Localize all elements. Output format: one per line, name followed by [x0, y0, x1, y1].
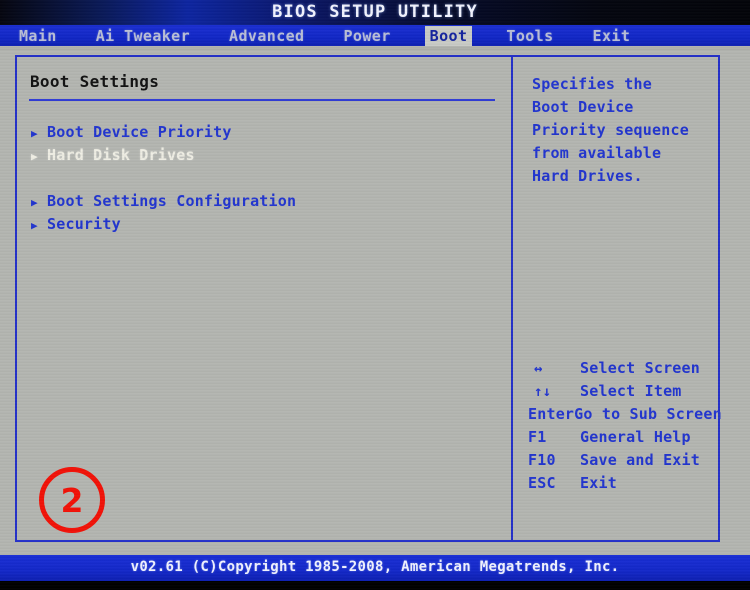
help-text-line: Boot Device — [532, 98, 634, 116]
key-legend-row: F10 Save and Exit — [528, 449, 718, 472]
menu-item-boot-device-priority[interactable]: ▶ Boot Device Priority — [31, 121, 491, 144]
help-text: Specifies the Boot Device Priority sequenc… — [532, 73, 714, 188]
key-legend-row: F1 General Help — [528, 426, 718, 449]
submenu-arrow-icon: ▶ — [31, 127, 38, 140]
key-action-label: Select Screen — [580, 359, 700, 377]
key-legend: ↔ Select Screen ↑↓ Select Item Enter Go to Su… — [528, 357, 722, 495]
title-bar: BIOS SETUP UTILITY — [0, 0, 750, 25]
menu-item-security[interactable]: ▶ Security — [31, 213, 491, 236]
copyright-text: v02.61 (C)Copyright 1985-2008, American … — [130, 559, 620, 575]
submenu-arrow-icon: ▶ — [31, 150, 38, 163]
screen-bottom-edge — [0, 581, 750, 590]
tab-main[interactable]: Main — [14, 26, 62, 47]
help-text-line: from available — [532, 144, 662, 162]
tab-ai-tweaker[interactable]: Ai Tweaker — [91, 26, 195, 47]
menu-group-separator — [31, 167, 491, 190]
left-panel: Boot Settings ▶ Boot Device Priority ▶ Hard… — [17, 57, 511, 540]
key-legend-row: ↑↓ Select Item — [528, 380, 718, 403]
menu-item-label: Security — [47, 215, 121, 233]
main-body: Boot Settings ▶ Boot Device Priority ▶ Hard… — [0, 50, 750, 555]
submenu-arrow-icon: ▶ — [31, 196, 38, 209]
tab-power[interactable]: Power — [339, 26, 396, 47]
arrow-key-icon: ↔ — [534, 361, 543, 377]
tab-advanced[interactable]: Advanced — [224, 26, 309, 47]
key-name: F10 — [528, 451, 556, 469]
arrow-key-icon: ↑↓ — [534, 384, 552, 400]
key-action-label: Exit — [580, 474, 617, 492]
help-text-line: Hard Drives. — [532, 167, 643, 185]
key-name: ESC — [528, 474, 556, 492]
menu-tab-list: Main Ai Tweaker Advanced Power Boot Tools Exit — [14, 25, 664, 48]
annotation-badge-2: 2 — [39, 467, 105, 533]
panel-heading: Boot Settings — [30, 72, 160, 91]
menu-item-label: Boot Device Priority — [47, 123, 232, 141]
tab-boot[interactable]: Boot — [424, 26, 473, 47]
annotation-number: 2 — [60, 480, 84, 520]
key-action-label: Save and Exit — [580, 451, 700, 469]
key-legend-row: ESC Exit — [528, 472, 718, 495]
panel-heading-rule — [29, 99, 495, 101]
boot-settings-menu: ▶ Boot Device Priority ▶ Hard Disk Drives ▶ B… — [31, 121, 491, 236]
menu-item-label: Hard Disk Drives — [47, 146, 195, 164]
tab-tools[interactable]: Tools — [501, 26, 558, 47]
key-action-label: Go to Sub Screen — [574, 405, 722, 423]
key-legend-row: ↔ Select Screen — [528, 357, 718, 380]
menu-bar: Main Ai Tweaker Advanced Power Boot Tools Exit — [0, 25, 750, 48]
help-text-line: Priority sequence — [532, 121, 689, 139]
menu-item-label: Boot Settings Configuration — [47, 192, 297, 210]
help-text-line: Specifies the — [532, 75, 652, 93]
key-action-label: General Help — [580, 428, 691, 446]
footer-bar: v02.61 (C)Copyright 1985-2008, American … — [0, 555, 750, 581]
key-legend-row: Enter Go to Sub Screen — [528, 403, 722, 426]
tab-exit[interactable]: Exit — [588, 26, 636, 47]
menu-item-boot-settings-configuration[interactable]: ▶ Boot Settings Configuration — [31, 190, 491, 213]
bios-setup-screen: BIOS SETUP UTILITY Main Ai Tweaker Advance… — [0, 0, 750, 590]
submenu-arrow-icon: ▶ — [31, 219, 38, 232]
key-action-label: Select Item — [580, 382, 682, 400]
content-frame: Boot Settings ▶ Boot Device Priority ▶ Hard… — [15, 55, 722, 542]
menu-item-hard-disk-drives[interactable]: ▶ Hard Disk Drives — [31, 144, 491, 167]
key-name: Enter — [528, 405, 575, 423]
key-name: F1 — [528, 428, 547, 446]
help-panel: Specifies the Boot Device Priority sequenc… — [513, 57, 722, 540]
page-title: BIOS SETUP UTILITY — [272, 2, 478, 22]
